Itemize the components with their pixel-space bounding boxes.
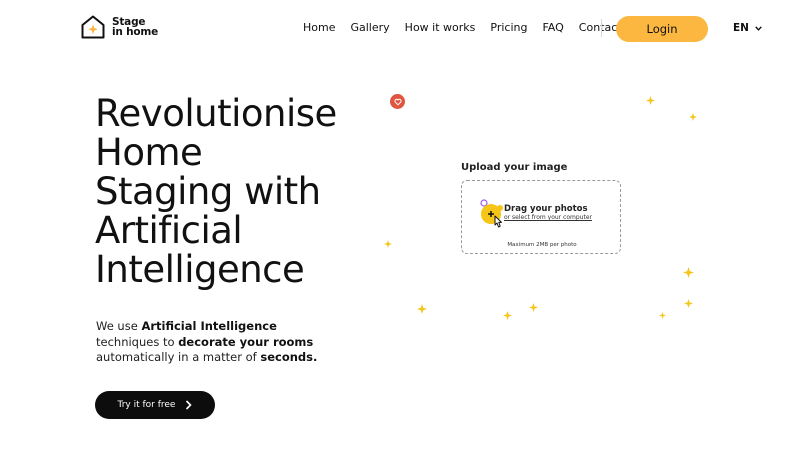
language-label: EN <box>733 22 749 34</box>
login-button[interactable]: Login <box>616 16 708 42</box>
cta-label: Try it for free <box>117 400 176 410</box>
sparkle-icon <box>417 304 427 314</box>
upload-main-text: Drag your photos <box>504 204 588 214</box>
nav-faq[interactable]: FAQ <box>542 21 563 34</box>
add-photo-hand-icon <box>480 199 503 228</box>
description-bold: decorate your rooms <box>178 334 314 349</box>
nav-how-it-works[interactable]: How it works <box>405 21 476 34</box>
sparkle-icon <box>503 311 512 320</box>
nav-gallery[interactable]: Gallery <box>350 21 389 34</box>
description-text: techniques to <box>96 334 179 349</box>
hero-description: We use Artificial Intelligence technique… <box>96 319 336 366</box>
sparkle-icon <box>684 299 693 308</box>
upload-dropzone[interactable]: Drag your photos or select from your com… <box>461 180 621 254</box>
upload-size-limit: Maximum 2MB per photo <box>507 242 577 248</box>
description-bold: seconds. <box>260 350 318 364</box>
description-bold: Artificial Intelligence <box>141 319 277 333</box>
heart-icon <box>393 98 402 106</box>
nav-pricing[interactable]: Pricing <box>490 21 527 34</box>
sparkle-icon <box>646 96 655 105</box>
try-for-free-button[interactable]: Try it for free <box>95 391 215 419</box>
logo-text: Stage in home <box>112 17 159 38</box>
sparkle-icon <box>683 267 694 278</box>
hero-title-line: Staging with <box>95 170 321 213</box>
logo-line-2: in home <box>112 26 159 38</box>
hero-title: Revolutionise Home Staging with Artifici… <box>95 94 385 289</box>
hero-title-line: Intelligence <box>95 248 305 291</box>
house-sparkle-icon <box>81 15 105 39</box>
description-text: automatically in a matter of <box>96 350 261 364</box>
sparkle-icon <box>384 240 392 248</box>
upload-label: Upload your image <box>461 162 568 173</box>
hero-title-line: Revolutionise <box>95 92 337 135</box>
nav-divider <box>601 19 602 37</box>
logo[interactable]: Stage in home <box>80 14 158 40</box>
heart-badge <box>390 94 405 109</box>
hero-title-line: Home <box>95 131 203 174</box>
language-selector[interactable]: EN <box>733 22 762 34</box>
chevron-down-icon <box>755 25 762 31</box>
site-header: Stage in home Home Gallery How it works … <box>0 0 800 58</box>
description-text: We use <box>96 319 142 333</box>
hero-title-line: Artificial <box>95 209 243 252</box>
nav-home[interactable]: Home <box>303 21 335 34</box>
sparkle-icon <box>659 312 666 319</box>
sparkle-icon <box>689 113 697 121</box>
sparkle-icon <box>529 303 538 312</box>
select-from-computer-link[interactable]: or select from your computer <box>504 214 592 221</box>
main-nav: Home Gallery How it works Pricing FAQ Co… <box>303 21 637 34</box>
chevron-right-icon <box>186 400 193 410</box>
